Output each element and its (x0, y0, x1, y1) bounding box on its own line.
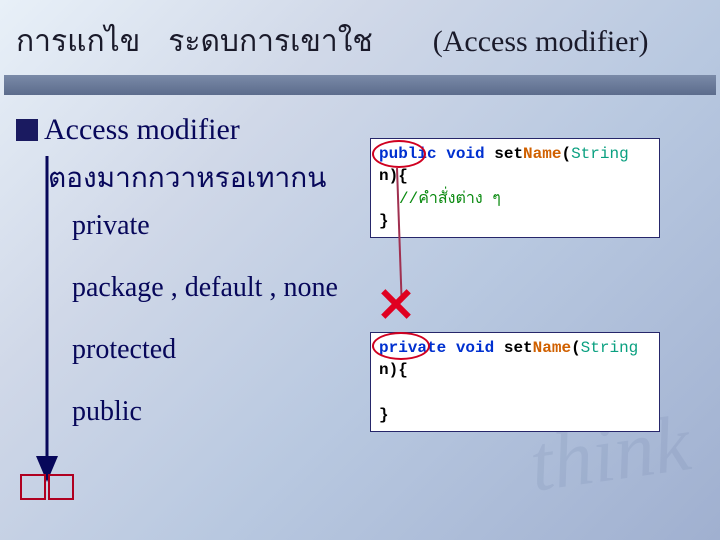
code2-ptype: String (581, 339, 639, 357)
code2-set: set (504, 339, 533, 357)
modifier-package: package , default , none (72, 274, 338, 302)
code2-open: ){ (389, 361, 408, 379)
code1-name: Name (523, 145, 561, 163)
arrow-down-icon (32, 156, 62, 486)
slide-title: การแกไข ระดบการเขาใช (Access modifier) (0, 0, 720, 75)
code2-close: } (379, 406, 389, 424)
heading-text: Access modifier (44, 113, 240, 147)
code1-pname: n (379, 167, 389, 185)
circle-highlight-public-icon (372, 140, 426, 168)
cross-icon (378, 286, 414, 322)
modifier-public: public (72, 398, 338, 426)
modifier-private: private (72, 212, 338, 240)
subline-text: ตองมากกวาหรอเทากน (48, 156, 326, 200)
code1-comment: //คำสั่งต่าง ๆ (399, 190, 501, 208)
code1-set: set (494, 145, 523, 163)
kw-void2: void (456, 339, 494, 357)
bullet-square-icon (16, 119, 38, 141)
kw-void: void (446, 145, 484, 163)
modifier-protected: protected (72, 336, 338, 364)
title-right: (Access modifier) (433, 25, 649, 59)
title-left-a: การแกไข (16, 18, 140, 65)
title-divider (4, 75, 716, 95)
code2-name: Name (533, 339, 571, 357)
circle-highlight-private-icon (372, 332, 430, 360)
code1-close: } (379, 212, 389, 230)
end-marker-boxes (20, 474, 74, 500)
code1-ptype: String (571, 145, 629, 163)
code2-pname: n (379, 361, 389, 379)
modifier-list: private package , default , none protect… (72, 212, 338, 460)
title-left-b: ระดบการเขาใช (168, 18, 373, 65)
